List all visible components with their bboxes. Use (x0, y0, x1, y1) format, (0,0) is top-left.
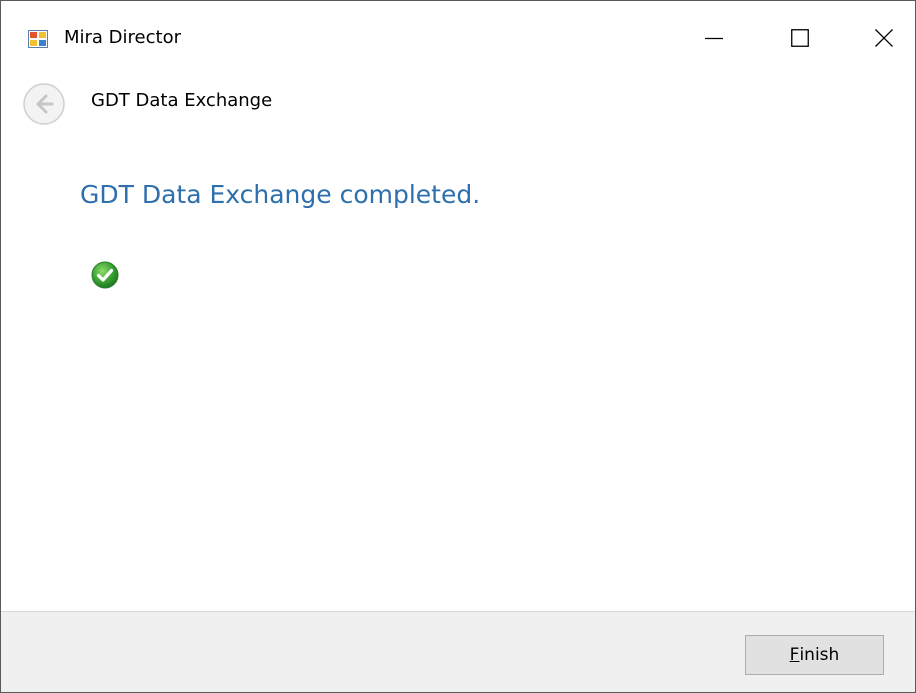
wizard-header: GDT Data Exchange (1, 75, 915, 129)
window-title: Mira Director (64, 27, 181, 48)
maximize-button[interactable] (757, 1, 843, 75)
success-check-icon (91, 261, 119, 289)
minimize-button[interactable] (671, 1, 757, 75)
back-button[interactable] (22, 82, 66, 126)
completion-heading: GDT Data Exchange completed. (80, 180, 481, 209)
finish-button[interactable]: Finish (745, 635, 884, 675)
title-bar[interactable]: Mira Director (1, 1, 915, 75)
wizard-title: GDT Data Exchange (91, 90, 273, 111)
app-window: Mira Director GDT Data Exchange GDT Data… (0, 0, 916, 693)
button-bar: Finish (1, 611, 915, 692)
finish-label: inish (799, 645, 840, 665)
minimize-icon (705, 29, 723, 47)
maximize-icon (791, 29, 809, 47)
close-button[interactable] (841, 1, 915, 75)
back-arrow-icon (22, 83, 66, 130)
finish-mnemonic: F (789, 645, 800, 665)
app-icon (28, 29, 48, 49)
close-icon (875, 29, 893, 47)
